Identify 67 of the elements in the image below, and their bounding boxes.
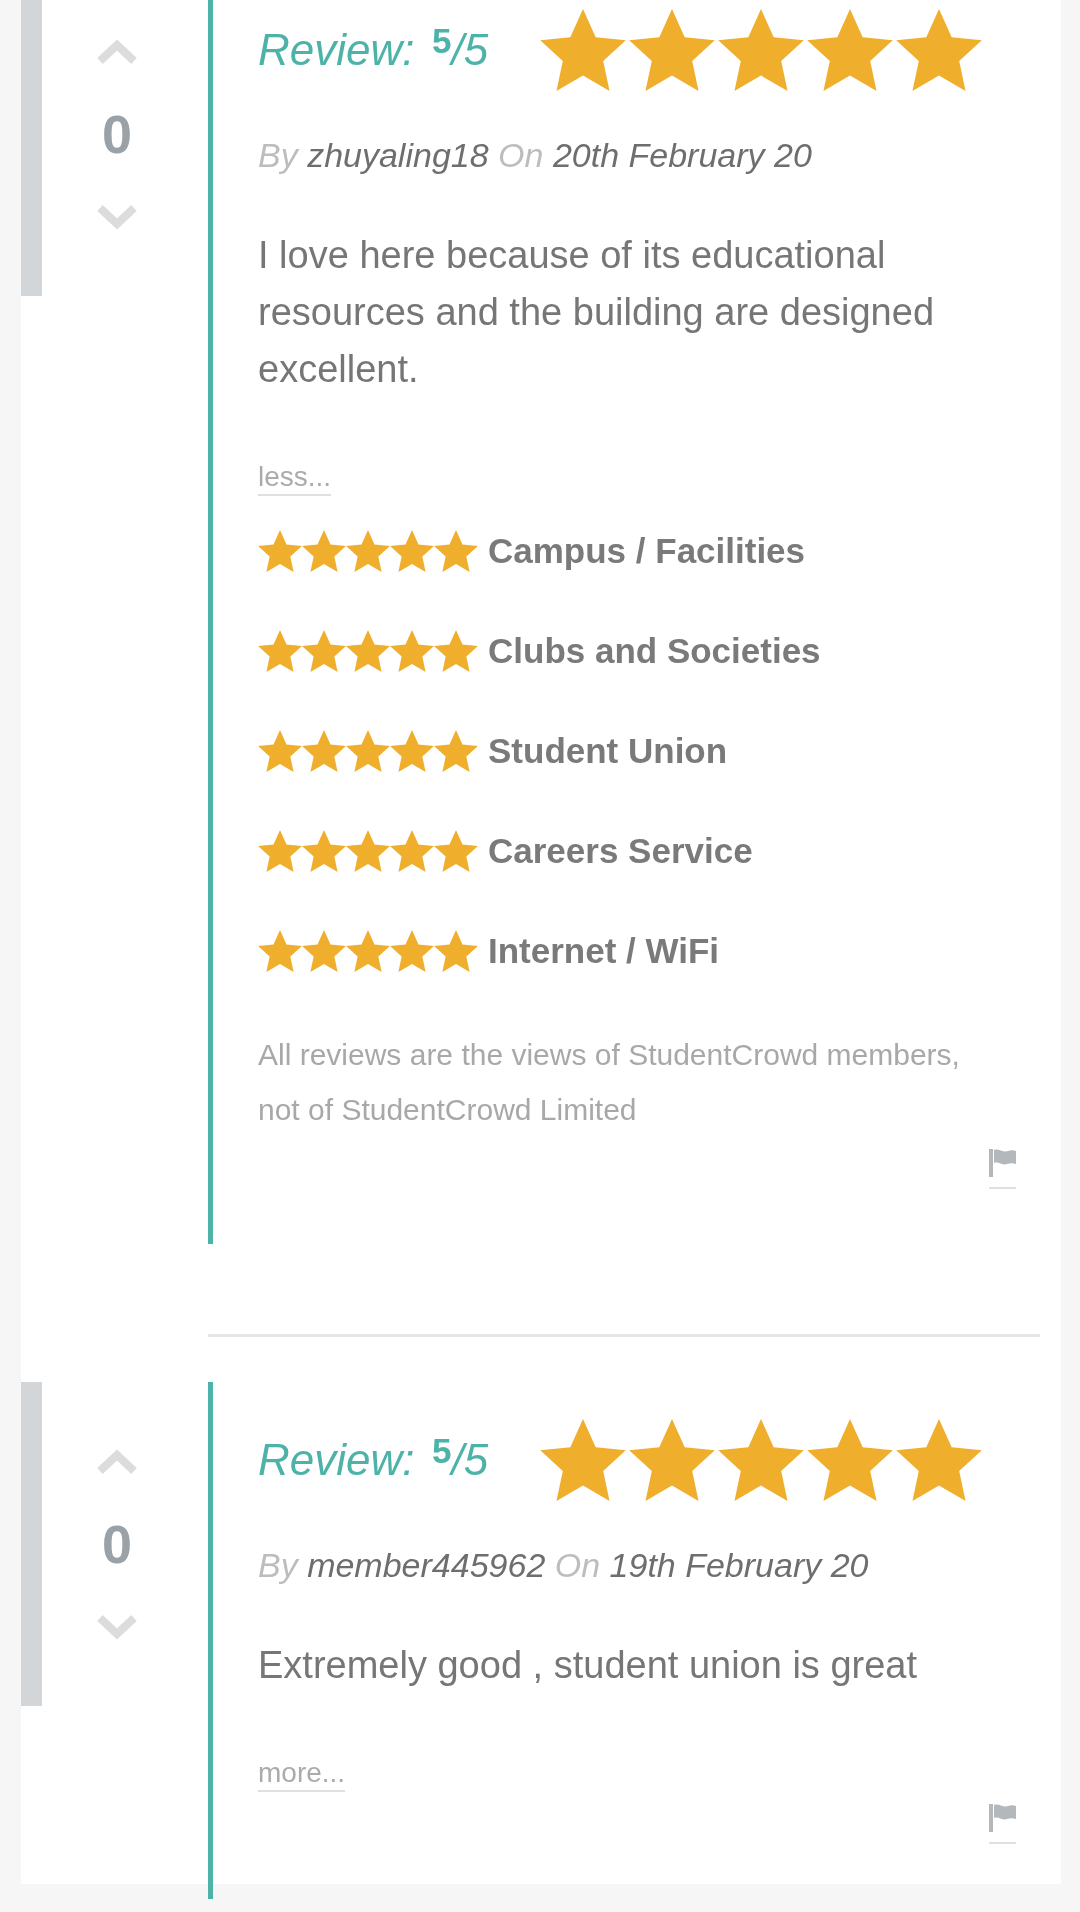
disclaimer-text: All reviews are the views of StudentCrowd members, not of StudentCrowd Limited bbox=[258, 1037, 961, 1128]
flag-icon bbox=[989, 1149, 1016, 1177]
star-icon bbox=[896, 9, 983, 91]
category-label: Clubs and Societies bbox=[488, 631, 821, 671]
author-name[interactable]: member445962 bbox=[307, 1546, 546, 1584]
star-icon bbox=[540, 1419, 627, 1501]
star-icon bbox=[390, 730, 434, 772]
by-label: By bbox=[258, 1546, 298, 1584]
star-icon bbox=[346, 930, 390, 972]
star-icon bbox=[258, 830, 302, 872]
star-icon bbox=[434, 630, 478, 672]
review-text: Extremely good , student union is great bbox=[258, 1643, 919, 1688]
upvote-button[interactable] bbox=[95, 39, 139, 65]
review-date: 20th February 20 bbox=[552, 136, 812, 174]
chevron-down-icon bbox=[95, 204, 139, 230]
flag-icon bbox=[989, 1804, 1016, 1832]
star-icon bbox=[896, 1419, 983, 1501]
star-icon bbox=[718, 1419, 805, 1501]
star-icon bbox=[346, 830, 390, 872]
review-rating: Review: $^{5}$/5 bbox=[258, 25, 489, 75]
star-icon bbox=[258, 630, 302, 672]
star-icon bbox=[346, 730, 390, 772]
report-button[interactable] bbox=[989, 1804, 1016, 1844]
star-icon bbox=[302, 830, 346, 872]
star-icon bbox=[390, 630, 434, 672]
star-icon bbox=[302, 930, 346, 972]
star-icon bbox=[434, 530, 478, 572]
vote-count: 0 bbox=[101, 1514, 132, 1574]
star-icon bbox=[434, 930, 478, 972]
star-icon bbox=[434, 730, 478, 772]
chevron-down-icon bbox=[95, 1614, 139, 1640]
star-icon bbox=[258, 730, 302, 772]
star-icon bbox=[629, 9, 716, 91]
star-icon bbox=[346, 530, 390, 572]
downvote-button[interactable] bbox=[95, 1614, 139, 1640]
star-icon bbox=[390, 830, 434, 872]
by-label: By bbox=[258, 136, 298, 174]
star-icon bbox=[302, 530, 346, 572]
star-icon bbox=[346, 630, 390, 672]
star-icon bbox=[258, 930, 302, 972]
review-rating: Review: $^{5}$/5 bbox=[258, 1435, 489, 1485]
star-icon bbox=[390, 930, 434, 972]
report-button[interactable] bbox=[989, 1149, 1016, 1189]
review-date: 19th February 20 bbox=[609, 1546, 869, 1584]
upvote-button[interactable] bbox=[95, 1449, 139, 1475]
star-icon bbox=[258, 530, 302, 572]
star-icon bbox=[629, 1419, 716, 1501]
on-label: On bbox=[554, 1546, 601, 1584]
on-label: On bbox=[498, 136, 544, 174]
star-icon bbox=[807, 9, 894, 91]
star-icon bbox=[434, 830, 478, 872]
star-icon bbox=[718, 9, 805, 91]
chevron-up-icon bbox=[95, 39, 139, 65]
category-label: Internet / WiFi bbox=[488, 931, 720, 971]
review-text: I love here because of its educational resources and the building are designed excellent. bbox=[258, 233, 936, 392]
category-label: Careers Service bbox=[488, 831, 753, 871]
downvote-button[interactable] bbox=[95, 204, 139, 230]
category-label: Campus / Facilities bbox=[488, 531, 806, 571]
chevron-up-icon bbox=[95, 1449, 139, 1475]
star-icon bbox=[807, 1419, 894, 1501]
category-label: Student Union bbox=[488, 731, 728, 771]
star-icon bbox=[302, 630, 346, 672]
vote-count: 0 bbox=[101, 104, 132, 164]
star-icon bbox=[390, 530, 434, 572]
star-icon bbox=[540, 9, 627, 91]
author-name[interactable]: zhuyaling18 bbox=[307, 136, 489, 174]
star-icon bbox=[302, 730, 346, 772]
